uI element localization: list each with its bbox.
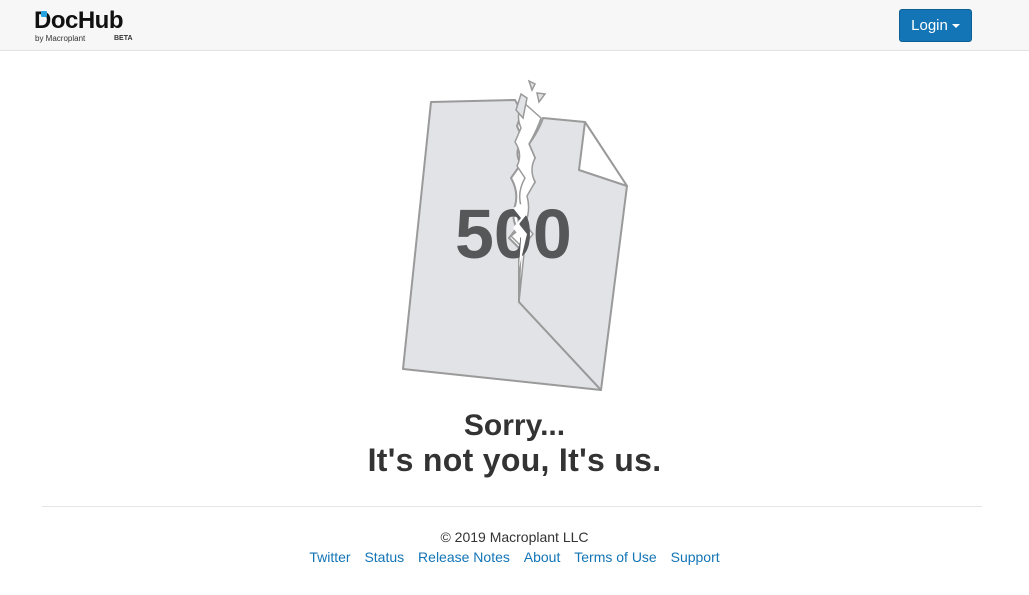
dochub-logo[interactable]: DocHub by Macroplant BETA <box>34 7 144 45</box>
footer-link-about[interactable]: About <box>524 549 561 565</box>
error-headline: Sorry... <box>463 409 566 442</box>
error-code: 500 <box>455 195 572 273</box>
logo-wordmark: DocHub <box>34 7 124 34</box>
error-subheadline: It's not you, It's us. <box>367 442 662 478</box>
footer-divider <box>42 506 982 507</box>
footer-link-support[interactable]: Support <box>671 549 720 565</box>
footer-link-status[interactable]: Status <box>364 549 404 565</box>
top-navbar: DocHub by Macroplant BETA Login <box>0 0 1029 51</box>
logo-accent-mark <box>41 11 47 17</box>
logo-byline: by Macroplant <box>35 34 86 43</box>
caret-down-icon <box>951 24 960 29</box>
login-dropdown-button[interactable]: Login <box>899 9 972 42</box>
footer-links: Twitter Status Release Notes About Terms… <box>0 548 1029 566</box>
footer-link-twitter[interactable]: Twitter <box>309 549 350 565</box>
footer-link-terms-of-use[interactable]: Terms of Use <box>574 549 656 565</box>
footer-link-release-notes[interactable]: Release Notes <box>418 549 510 565</box>
login-label: Login <box>911 17 948 34</box>
copyright-text: © 2019 Macroplant LLC <box>440 529 589 545</box>
beta-badge: BETA <box>114 35 133 42</box>
torn-document-icon: 500 <box>402 79 628 391</box>
